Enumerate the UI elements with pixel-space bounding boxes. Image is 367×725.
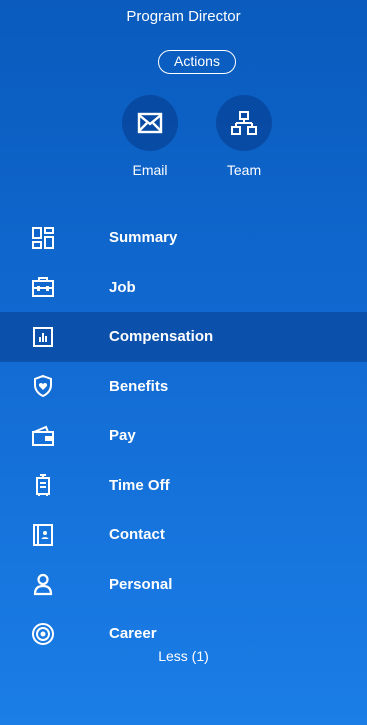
- nav-item-benefits[interactable]: Benefits: [0, 362, 367, 412]
- target-icon: [29, 620, 57, 648]
- nav-label-summary: Summary: [109, 229, 178, 247]
- worker-profile-panel: Program Director Actions Email Team Summ…: [0, 0, 367, 725]
- nav-label-time-off: Time Off: [109, 476, 170, 494]
- less-toggle[interactable]: Less (1): [0, 648, 367, 664]
- profile-nav: Summary Job Compensation Benefits Pay Ti…: [0, 213, 367, 659]
- wallet-icon: [29, 422, 57, 450]
- email-action[interactable]: Email: [110, 95, 190, 178]
- nav-label-pay: Pay: [109, 427, 136, 445]
- email-circle[interactable]: [122, 95, 178, 151]
- job-title: Program Director: [126, 8, 241, 25]
- nav-label-career: Career: [109, 625, 157, 643]
- actions-button[interactable]: Actions: [158, 50, 236, 74]
- nav-item-contact[interactable]: Contact: [0, 510, 367, 560]
- nav-label-benefits: Benefits: [109, 377, 169, 395]
- nav-item-job[interactable]: Job: [0, 263, 367, 313]
- nav-item-compensation[interactable]: Compensation: [0, 312, 367, 362]
- team-label: Team: [226, 162, 262, 178]
- person-icon: [29, 570, 57, 598]
- shield-heart-icon: [29, 372, 57, 400]
- team-action[interactable]: Team: [204, 95, 284, 178]
- briefcase-icon: [29, 273, 57, 301]
- email-label: Email: [132, 162, 168, 178]
- luggage-icon: [29, 471, 57, 499]
- nav-item-summary[interactable]: Summary: [0, 213, 367, 263]
- nav-label-contact: Contact: [109, 526, 165, 544]
- mail-icon: [137, 112, 163, 134]
- nav-label-job: Job: [109, 278, 136, 296]
- nav-item-personal[interactable]: Personal: [0, 560, 367, 610]
- nav-item-pay[interactable]: Pay: [0, 411, 367, 461]
- org-chart-icon: [231, 110, 257, 136]
- compensation-chart-icon: [29, 323, 57, 351]
- contact-book-icon: [29, 521, 57, 549]
- summary-grid-icon: [29, 224, 57, 252]
- nav-item-time-off[interactable]: Time Off: [0, 461, 367, 511]
- nav-label-compensation: Compensation: [109, 328, 214, 346]
- team-circle[interactable]: [216, 95, 272, 151]
- nav-label-personal: Personal: [109, 575, 173, 593]
